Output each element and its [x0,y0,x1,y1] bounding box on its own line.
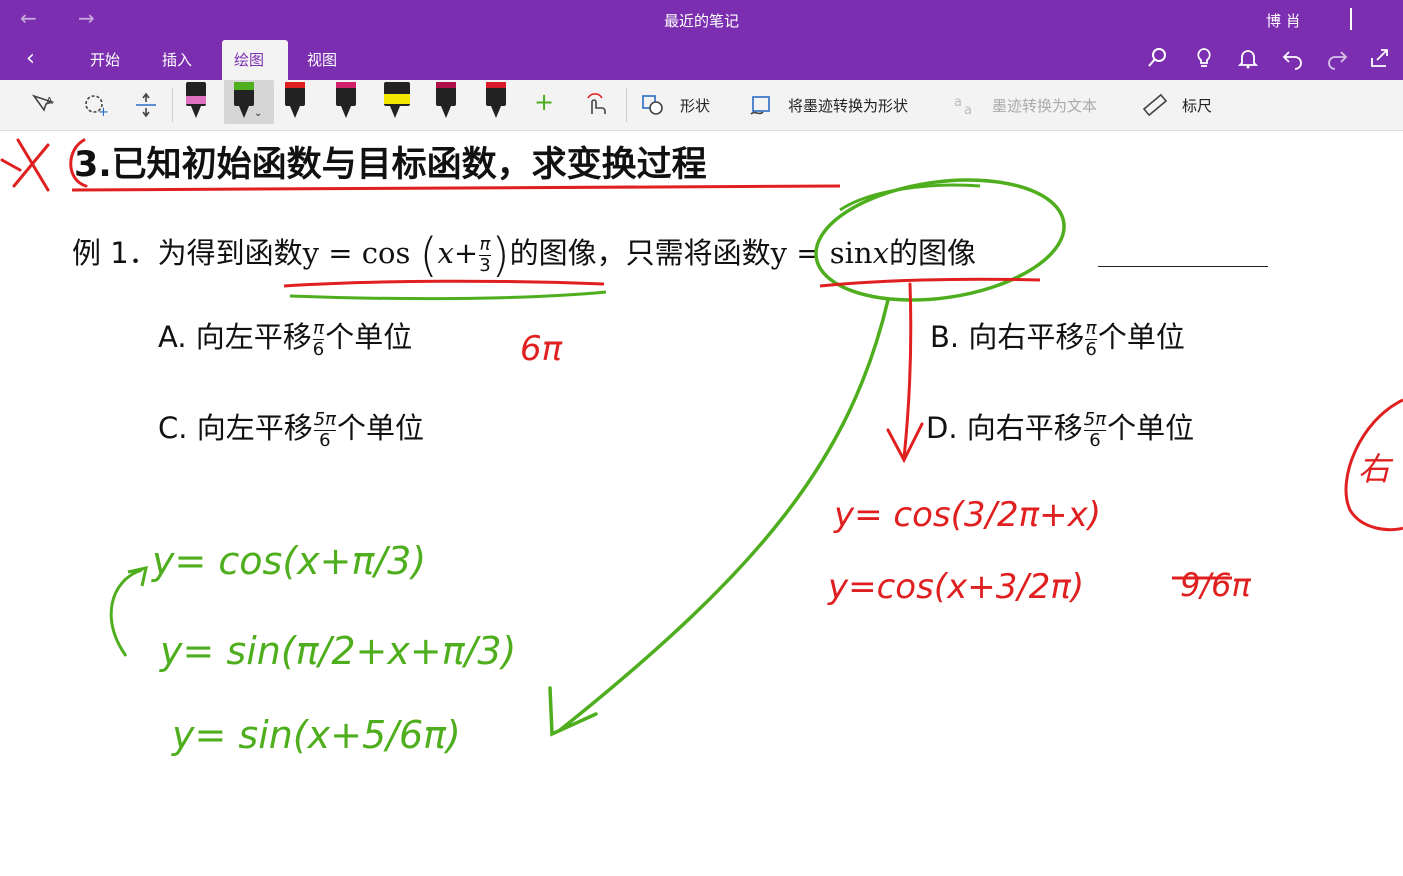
ink-layer: 6π y= cos(3/2π+x) y=cos(x+3/2π) 9/6π 右 y… [0,138,1403,757]
ink-heading-underline [71,184,841,192]
ink-green-eq3: y= sin(x+5/6π) [171,713,461,757]
ink-green-curve [109,566,148,657]
ink-red-underline-cos [283,279,605,288]
ink-red-cross [0,138,88,192]
ink-green-circle [814,178,1066,302]
ink-red-arrow [886,282,924,464]
ink-red-side: 9/6π [1180,566,1252,604]
ink-red-eq1: y= cos(3/2π+x) [833,495,1101,535]
ink-green-underline-cos [289,290,607,301]
ink-green-eq1: y= cos(x+π/3) [151,539,426,583]
ink-red-note-a: 6π [520,329,563,369]
ink-green-eq2: y= sin(π/2+x+π/3) [159,629,516,673]
ink-red-far-right: 右 [1358,450,1394,488]
ink-red-eq2: y=cos(x+3/2π) [827,567,1084,607]
